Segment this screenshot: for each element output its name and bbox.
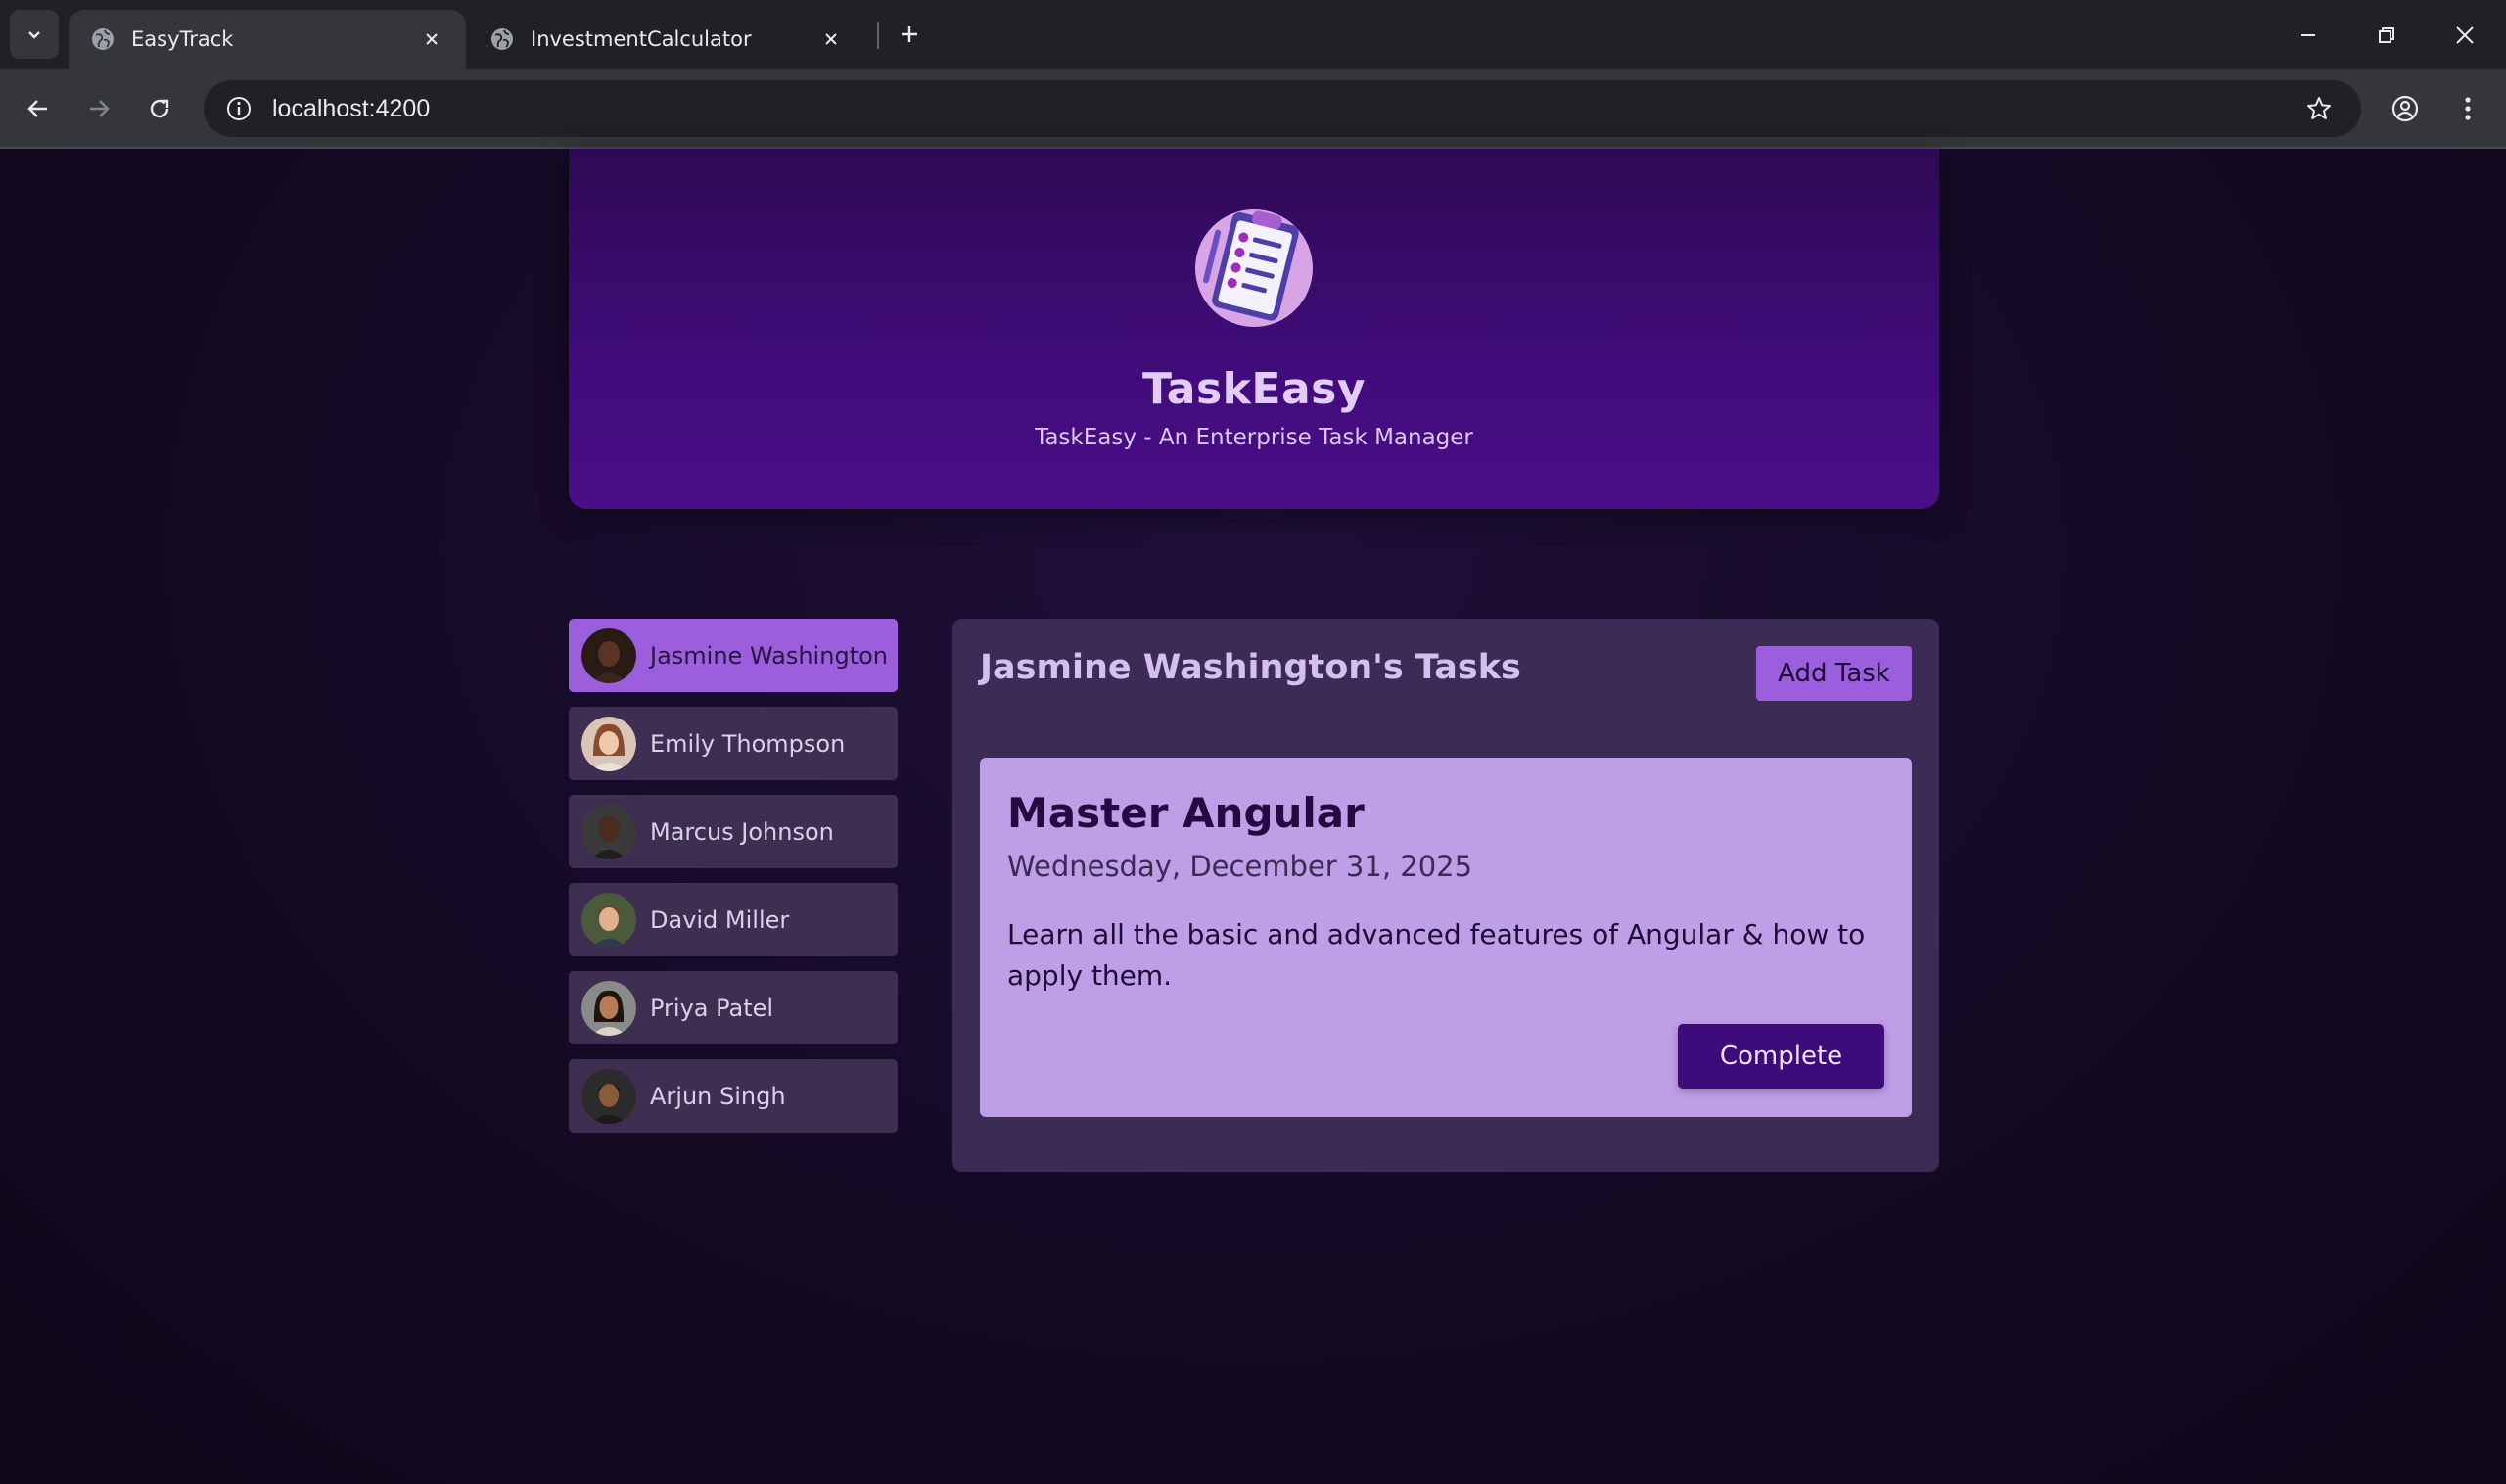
reload-icon [150,99,169,118]
user-name: Jasmine Washington [650,641,888,670]
arrow-right-icon [90,100,110,117]
task-due-date: Wednesday, December 31, 2025 [1007,850,1473,883]
globe-icon [491,28,513,50]
minimize-button[interactable] [2287,14,2330,57]
avatar [581,804,636,859]
close-tab-icon[interactable] [818,26,844,52]
user-item-david-miller[interactable]: David Miller [569,883,898,956]
forward-button[interactable] [78,88,119,129]
bookmark-star-icon[interactable] [2298,88,2340,129]
user-name: Emily Thompson [650,729,846,758]
close-tab-icon[interactable] [419,26,444,52]
tab-easytrack[interactable]: EasyTrack [69,10,466,69]
app-page: TaskEasy TaskEasy - An Enterprise Task M… [0,149,2506,1484]
add-task-button[interactable]: Add Task [1756,646,1912,701]
close-icon [2456,26,2474,44]
chevron-down-icon [28,31,40,39]
new-tab-button[interactable] [893,18,926,51]
app-subtitle: TaskEasy - An Enterprise Task Manager [1035,425,1473,450]
avatar [581,716,636,771]
avatar [581,1068,636,1124]
account-circle-icon [2391,95,2419,122]
app-title: TaskEasy [1141,364,1367,414]
task-summary: Learn all the basic and advanced feature… [1007,918,1866,992]
browser-toolbar: localhost:4200 [0,69,2506,149]
user-name: Marcus Johnson [650,817,834,846]
task-title: Master Angular [1007,789,1365,837]
avatar [581,892,636,948]
restore-button[interactable] [2365,14,2408,57]
globe-icon [92,28,114,50]
avatar [581,980,636,1036]
user-item-marcus-johnson[interactable]: Marcus Johnson [569,795,898,868]
tasks-heading: Jasmine Washington's Tasks [980,648,1521,687]
user-name: Arjun Singh [650,1082,786,1110]
arrow-left-icon [27,100,47,117]
user-name: David Miller [650,905,790,934]
info-icon[interactable] [217,87,260,130]
tab-investment-calculator[interactable]: InvestmentCalculator [468,10,865,69]
complete-button[interactable]: Complete [1678,1024,1884,1089]
back-button[interactable] [18,88,59,129]
user-item-emily-thompson[interactable]: Emily Thompson [569,707,898,780]
tab-separator [877,22,879,49]
app-header: TaskEasy TaskEasy - An Enterprise Task M… [569,149,1939,509]
user-name: Priya Patel [650,994,774,1022]
minimize-icon [2301,34,2315,36]
url-text[interactable]: localhost:4200 [272,95,430,123]
avatar [581,627,636,683]
task-card: Master Angular Wednesday, December 31, 2… [980,758,1912,1117]
close-window-button[interactable] [2443,14,2486,57]
user-item-priya-patel[interactable]: Priya Patel [569,971,898,1044]
reload-button[interactable] [139,88,180,129]
tasks-panel: Jasmine Washington's Tasks Add Task Mast… [952,619,1939,1172]
user-item-arjun-singh[interactable]: Arjun Singh [569,1059,898,1133]
user-list: Jasmine Washington Emily Thompson Marcus… [569,619,898,1147]
address-bar[interactable]: localhost:4200 [204,80,2361,137]
profile-button[interactable] [2385,88,2426,129]
tab-search-button[interactable] [10,10,59,59]
tab-title: EasyTrack [131,27,234,51]
restore-icon [2379,27,2394,43]
user-item-jasmine-washington[interactable]: Jasmine Washington [569,619,898,692]
browser-tab-strip: EasyTrack InvestmentCalculator [0,0,2506,69]
more-vert-icon [2465,97,2471,120]
tab-title: InvestmentCalculator [531,27,752,51]
clipboard-checklist-icon [1195,209,1313,327]
menu-button[interactable] [2447,88,2488,129]
plus-icon [902,26,917,42]
